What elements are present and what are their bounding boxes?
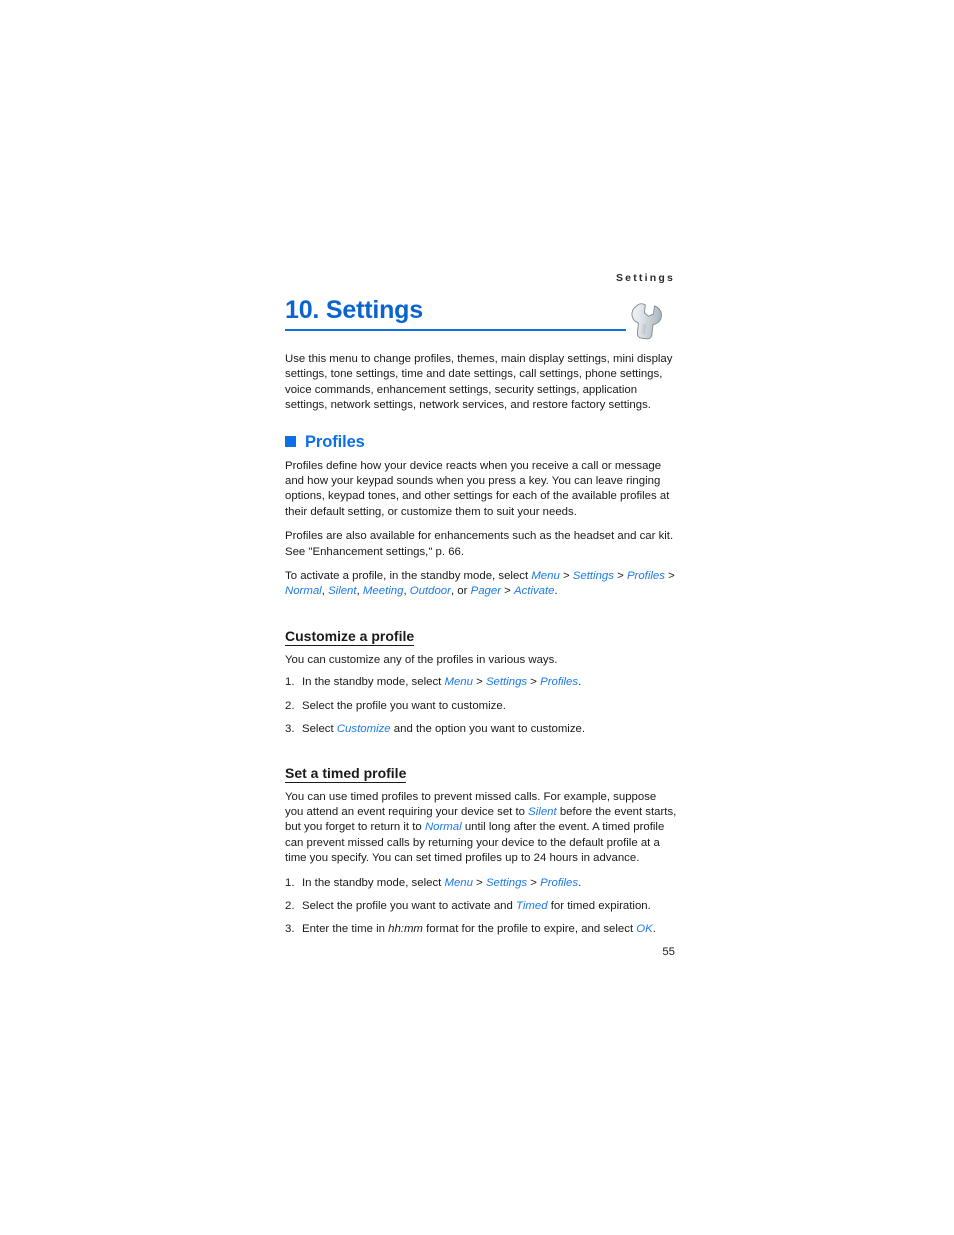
- profiles-paragraph-1: Profiles define how your device reacts w…: [285, 459, 670, 518]
- list-item: 1. In the standby mode, select Menu > Set…: [285, 675, 677, 690]
- list-item: 1. In the standby mode, select Menu > Set…: [285, 876, 677, 891]
- menu-path-profiles: Profiles: [626, 570, 665, 583]
- menu-path-settings: Settings: [485, 876, 528, 889]
- section-heading-profiles: Profiles: [285, 433, 677, 451]
- step-lead-text: In the standby mode, select: [302, 876, 445, 889]
- sentence-period: .: [578, 676, 582, 689]
- menu-path-profiles: Profiles: [540, 676, 579, 689]
- step-lead-text: Select: [302, 723, 337, 736]
- step-trailing-text: .: [652, 923, 656, 936]
- list-item: 3. Select Customize and the option you wa…: [285, 722, 677, 737]
- menu-option-timed: Timed: [516, 899, 548, 912]
- menu-path-activate: Activate: [514, 585, 555, 598]
- document-page: Settings 10. Settings Use this menu to c…: [0, 0, 954, 1235]
- step-number: 3.: [285, 923, 295, 936]
- list-item: 3. Enter the time in hh:mm format for the…: [285, 922, 677, 937]
- or-conjunction: or: [457, 585, 468, 598]
- step-trailing-text: and the option you want to customize.: [390, 723, 586, 736]
- path-separator: >: [501, 585, 514, 598]
- list-item: 2. Select the profile you want to activat…: [285, 899, 677, 914]
- profile-option-silent: Silent: [528, 805, 557, 818]
- title-divider: [285, 329, 626, 331]
- menu-path-menu: Menu: [444, 876, 473, 889]
- customize-steps-list: 1. In the standby mode, select Menu > Set…: [285, 675, 677, 737]
- menu-option-ok: OK: [636, 923, 653, 936]
- path-separator: >: [613, 570, 627, 583]
- profile-option-normal: Normal: [285, 585, 322, 598]
- time-format-placeholder: hh:mm: [388, 923, 423, 936]
- path-separator: >: [527, 876, 541, 889]
- step-lead-text: In the standby mode, select: [302, 676, 445, 689]
- menu-path-profiles: Profiles: [540, 876, 579, 889]
- step-trailing-text: for timed expiration.: [547, 899, 651, 912]
- step-text: Select the profile you want to customize…: [302, 699, 506, 712]
- chapter-title-block: 10. Settings: [285, 295, 675, 331]
- list-item: 2. Select the profile you want to customi…: [285, 699, 677, 714]
- step-mid-text: format for the profile to expire, and se…: [422, 923, 637, 936]
- profile-option-meeting: Meeting: [362, 585, 404, 598]
- timed-steps-list: 1. In the standby mode, select Menu > Set…: [285, 876, 677, 938]
- menu-path-settings: Settings: [485, 676, 528, 689]
- path-separator: >: [559, 570, 573, 583]
- profile-option-silent: Silent: [328, 585, 357, 598]
- menu-path-menu: Menu: [531, 570, 560, 583]
- step-number: 2.: [285, 899, 295, 912]
- step-number: 2.: [285, 699, 295, 712]
- page-number: 55: [662, 946, 675, 958]
- step-number: 1.: [285, 876, 295, 889]
- path-separator: >: [527, 676, 541, 689]
- path-separator: >: [472, 876, 486, 889]
- document-content: Use this menu to change profiles, themes…: [285, 352, 677, 946]
- intro-paragraph: Use this menu to change profiles, themes…: [285, 353, 673, 412]
- profiles-paragraph-2: Profiles are also available for enhancem…: [285, 530, 674, 558]
- subsection-timed: Set a timed profile: [285, 746, 677, 790]
- profile-option-normal: Normal: [424, 821, 462, 834]
- subsection-customize: Customize a profile: [285, 609, 677, 653]
- profile-option-outdoor: Outdoor: [409, 585, 451, 598]
- sentence-period: .: [578, 876, 582, 889]
- path-separator: >: [664, 570, 675, 583]
- section-title-label: Profiles: [305, 432, 365, 451]
- path-separator: >: [472, 676, 486, 689]
- square-bullet-icon: [285, 436, 296, 448]
- subsection-heading-customize: Customize a profile: [285, 627, 415, 646]
- step-number: 3.: [285, 723, 295, 736]
- page-title: 10. Settings: [285, 296, 423, 324]
- menu-path-menu: Menu: [444, 676, 473, 689]
- step-lead-text: Select the profile you want to activate …: [302, 899, 517, 912]
- wrench-icon: [626, 296, 678, 340]
- sentence-period: .: [554, 585, 558, 598]
- menu-option-customize: Customize: [336, 723, 391, 736]
- profiles-activate-instruction: To activate a profile, in the standby mo…: [285, 569, 677, 600]
- profile-option-pager: Pager: [470, 585, 502, 598]
- timed-paragraph: You can use timed profiles to prevent mi…: [285, 790, 677, 867]
- running-header: Settings: [615, 272, 675, 284]
- customize-intro-paragraph: You can customize any of the profiles in…: [285, 653, 558, 666]
- step-lead-text: Enter the time in: [302, 923, 389, 936]
- step-number: 1.: [285, 676, 295, 689]
- activate-lead-text: To activate a profile, in the standby mo…: [285, 570, 532, 583]
- subsection-heading-timed: Set a timed profile: [285, 764, 407, 783]
- menu-path-settings: Settings: [572, 570, 614, 583]
